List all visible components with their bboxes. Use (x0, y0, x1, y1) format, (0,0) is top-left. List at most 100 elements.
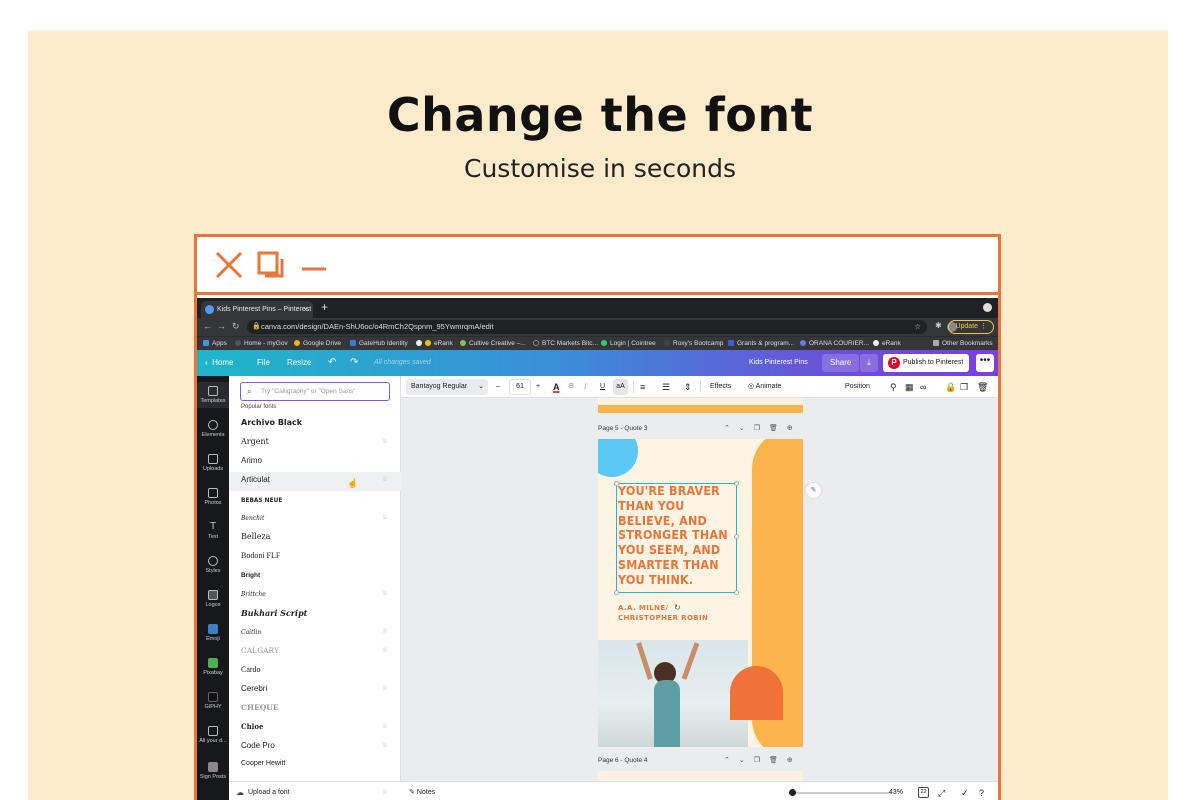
font-item[interactable]: CALGARY ♕ (229, 643, 401, 662)
chevron-down-icon[interactable]: ⌄ (739, 757, 754, 764)
copy-page-icon[interactable]: ❐ (754, 425, 769, 432)
browser-tab[interactable]: Kids Pinterest Pins – Pinterest × (201, 301, 313, 318)
more-options-button[interactable]: ••• (976, 354, 994, 372)
effects-button[interactable]: Effects (710, 376, 731, 398)
font-item[interactable]: Caitlin ♕ (229, 624, 401, 643)
bookmark-roxys-bootcamp[interactable]: Roxy's Bootcamp (664, 338, 723, 350)
help-icon[interactable]: ? (979, 782, 984, 800)
quote-author[interactable]: A.A. MILNE/ CHRISTOPHER ROBIN (618, 603, 708, 623)
zoom-percentage[interactable]: 43% (889, 782, 903, 800)
download-icon[interactable]: ⤓ (860, 354, 878, 372)
font-family-dropdown[interactable]: Bantayog Regular ⌄ (406, 379, 488, 395)
tab-close-icon[interactable]: × (303, 301, 308, 318)
bold-button[interactable]: B (569, 376, 574, 398)
bookmark-erank-2[interactable]: eRank (873, 338, 901, 350)
font-item[interactable]: Bukhari Script (229, 605, 401, 624)
duplicate-element-icon[interactable]: ❐ (960, 376, 968, 398)
upload-font-button[interactable]: ☁ Upload a font ♕ (229, 781, 401, 800)
fullscreen-icon[interactable]: ⤢ (938, 782, 945, 800)
font-item[interactable]: Archivo Black (229, 415, 401, 434)
extension-puzzle-icon[interactable]: ✱ (935, 321, 942, 330)
sidenav-logos[interactable]: Logos (197, 590, 229, 608)
duplicate-icon[interactable] (257, 251, 285, 279)
animate-button[interactable]: ◎ Animate (748, 376, 781, 398)
font-item[interactable]: Arimo (229, 453, 401, 472)
zoom-slider[interactable] (789, 789, 891, 796)
position-button[interactable]: Position (845, 376, 870, 398)
font-size-increase-button[interactable]: + (536, 376, 540, 398)
bullet-list-icon[interactable]: ☰ (662, 376, 670, 398)
font-size-input[interactable]: 61 (509, 379, 531, 395)
font-item[interactable]: Argent ♕ (229, 434, 401, 453)
resize-handle[interactable] (614, 590, 619, 595)
delete-page-icon[interactable]: 🗑 (769, 425, 787, 432)
sidenav-photos[interactable]: Photos (197, 488, 229, 506)
resize-button[interactable]: Resize (287, 350, 311, 376)
sidenav-elements[interactable]: Elements (197, 420, 229, 438)
new-tab-button[interactable]: + (321, 300, 328, 314)
page-5-quote[interactable]: YOU'RE BRAVER THAN YOU BELIEVE, AND STRO… (598, 439, 803, 747)
chevron-up-icon[interactable]: ⌃ (724, 757, 739, 764)
update-button[interactable]: Update ⋮ (948, 320, 994, 334)
bookmark-google-drive[interactable]: Google Drive (294, 338, 341, 350)
child-photo[interactable] (598, 640, 748, 747)
page-6-preview[interactable] (598, 771, 803, 781)
align-left-icon[interactable]: ≡ (640, 376, 645, 398)
rotate-handle-icon[interactable]: ↻ (674, 603, 681, 612)
font-item[interactable]: BEBAS NEUE (229, 491, 401, 510)
sidenav-styles[interactable]: Styles (197, 556, 229, 574)
chevron-down-icon[interactable]: ⌄ (739, 425, 754, 432)
resize-handle[interactable] (614, 481, 619, 486)
notes-button[interactable]: ✎ Notes (409, 782, 435, 800)
sidenav-uploads[interactable]: Uploads (197, 454, 229, 472)
lock-icon[interactable]: 🔒 (945, 376, 956, 398)
close-x-icon[interactable] (215, 251, 243, 279)
home-button[interactable]: ‹ Home (205, 350, 233, 376)
publish-to-pinterest-button[interactable]: P Publish to Pinterest (883, 354, 970, 372)
link-icon[interactable]: ∞ (920, 376, 926, 398)
orange-arch-shape[interactable] (730, 666, 783, 720)
page-count-button[interactable]: 22 (918, 787, 929, 798)
blue-circle-shape[interactable] (598, 439, 638, 477)
bookmark-orana-courier[interactable]: ORANA COURIER... (800, 338, 869, 350)
share-button[interactable]: Share (822, 354, 860, 372)
bookmark-mygov[interactable]: Home - myGov (235, 338, 288, 350)
font-item[interactable]: Belleza (229, 529, 401, 548)
bookmark-other[interactable]: Other Bookmarks (933, 338, 993, 350)
bookmark-erank[interactable]: eRank (416, 338, 453, 350)
reload-icon[interactable]: ↻ (232, 321, 240, 332)
transparency-icon[interactable]: ▦ (905, 376, 914, 398)
sidenav-emoji[interactable]: Emoji (197, 624, 229, 642)
bookmark-gatehub[interactable]: GateHub Identity (350, 338, 408, 350)
resize-handle[interactable] (734, 590, 739, 595)
font-search-input[interactable]: ⌕ Try "Calligraphy" or "Open Sans" (240, 382, 390, 401)
sidenav-pixabay[interactable]: Pixabay (197, 658, 229, 676)
spacing-icon[interactable]: ⇕ (684, 376, 692, 398)
font-item[interactable]: CHEQUE (229, 700, 401, 719)
font-item-hovered[interactable]: Articulat ☝ ♕ (229, 472, 401, 491)
font-item[interactable]: Benchit ♕ (229, 510, 401, 529)
delete-page-icon[interactable]: 🗑 (769, 757, 787, 764)
chevron-up-icon[interactable]: ⌃ (724, 425, 739, 432)
bookmark-grants[interactable]: Grants & program... (728, 338, 794, 350)
sidenav-text[interactable]: T Text (197, 522, 229, 541)
url-field[interactable]: 🔒 canva.com/design/DAEn-ShU6oc/o4RmCh2Qs… (247, 320, 927, 334)
bookmark-apps[interactable]: Apps (203, 338, 227, 350)
font-item[interactable]: Cooper Hewitt (229, 757, 401, 767)
file-menu[interactable]: File (257, 350, 270, 376)
font-item[interactable]: Cerebri ♕ (229, 681, 401, 700)
back-arrow-icon[interactable]: ← (203, 321, 212, 331)
underline-button[interactable]: U (600, 376, 605, 398)
bookmark-cointree[interactable]: Login | Cointree (601, 338, 656, 350)
add-page-icon[interactable]: ⊕ (787, 757, 802, 764)
forward-arrow-icon[interactable]: → (217, 321, 226, 331)
zoom-slider-handle[interactable] (789, 789, 796, 796)
resize-handle[interactable] (734, 534, 739, 539)
undo-icon[interactable]: ↶ (328, 350, 336, 376)
font-item[interactable]: Chloe ♕ (229, 719, 401, 738)
sidenav-all-designs[interactable]: All your d... (197, 726, 229, 744)
window-close-icon[interactable] (983, 303, 992, 312)
text-color-button[interactable]: A (553, 376, 560, 398)
design-title[interactable]: Kids Pinterest Pins (749, 350, 808, 376)
font-item[interactable]: Bright (229, 567, 401, 586)
